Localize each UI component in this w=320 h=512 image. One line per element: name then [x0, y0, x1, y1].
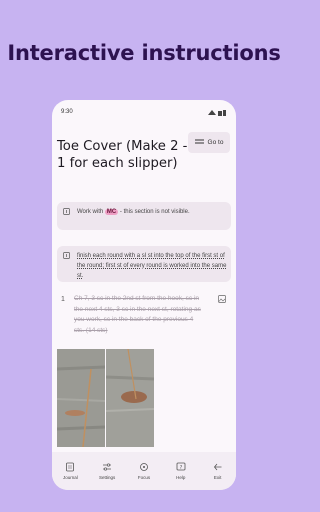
- phone-screen: 9:30 Go to Toe Cover (Make 2 - 1 for eac…: [52, 100, 236, 490]
- nav-help-label: Help: [176, 475, 186, 480]
- nav-journal-label: Journal: [63, 475, 78, 480]
- nav-exit-label: Exit: [213, 475, 222, 480]
- nav-help[interactable]: ? Help: [163, 462, 199, 480]
- journal-icon: [66, 462, 75, 472]
- step-photo-2[interactable]: [106, 349, 154, 447]
- notice-pre: Work with: [77, 209, 104, 215]
- svg-text:?: ?: [179, 465, 182, 471]
- settings-icon: [103, 463, 112, 471]
- nav-focus[interactable]: Focus: [126, 462, 162, 480]
- help-icon: ?: [176, 462, 186, 471]
- bottom-nav: Journal Settings Focus ? Help Exit: [52, 452, 236, 490]
- image-icon[interactable]: [218, 295, 226, 303]
- status-icons: [208, 110, 226, 116]
- status-time: 9:30: [61, 109, 73, 115]
- info-icon: [63, 252, 70, 259]
- step-text[interactable]: Ch 7, 3 sc in the 2nd st from the hook, …: [74, 294, 204, 336]
- focus-icon: [140, 463, 148, 471]
- nav-journal[interactable]: Journal: [52, 462, 88, 480]
- nav-focus-label: Focus: [137, 475, 151, 480]
- info-icon: [63, 208, 70, 215]
- step-number: 1: [61, 296, 65, 303]
- nav-exit[interactable]: Exit: [200, 462, 236, 480]
- exit-icon: [213, 463, 222, 471]
- section-title: Toe Cover (Make 2 - 1 for each slipper): [57, 139, 188, 171]
- notice-card: Work with MC - this section is not visib…: [57, 202, 231, 230]
- notice-text: Work with MC - this section is not visib…: [77, 207, 227, 217]
- nav-settings-label: Settings: [99, 475, 116, 480]
- notice-post: - this section is not visible.: [119, 209, 190, 215]
- tip-card: finish each round with a sl st into the …: [57, 246, 231, 282]
- status-bar: 9:30: [52, 108, 236, 120]
- mc-badge: MC: [104, 209, 119, 215]
- step-photo-1[interactable]: [57, 349, 105, 447]
- promo-headline: Interactive instructions: [7, 41, 281, 65]
- tip-text: finish each round with a sl st into the …: [77, 253, 227, 279]
- goto-label: Go to: [207, 139, 224, 146]
- nav-settings[interactable]: Settings: [89, 462, 125, 480]
